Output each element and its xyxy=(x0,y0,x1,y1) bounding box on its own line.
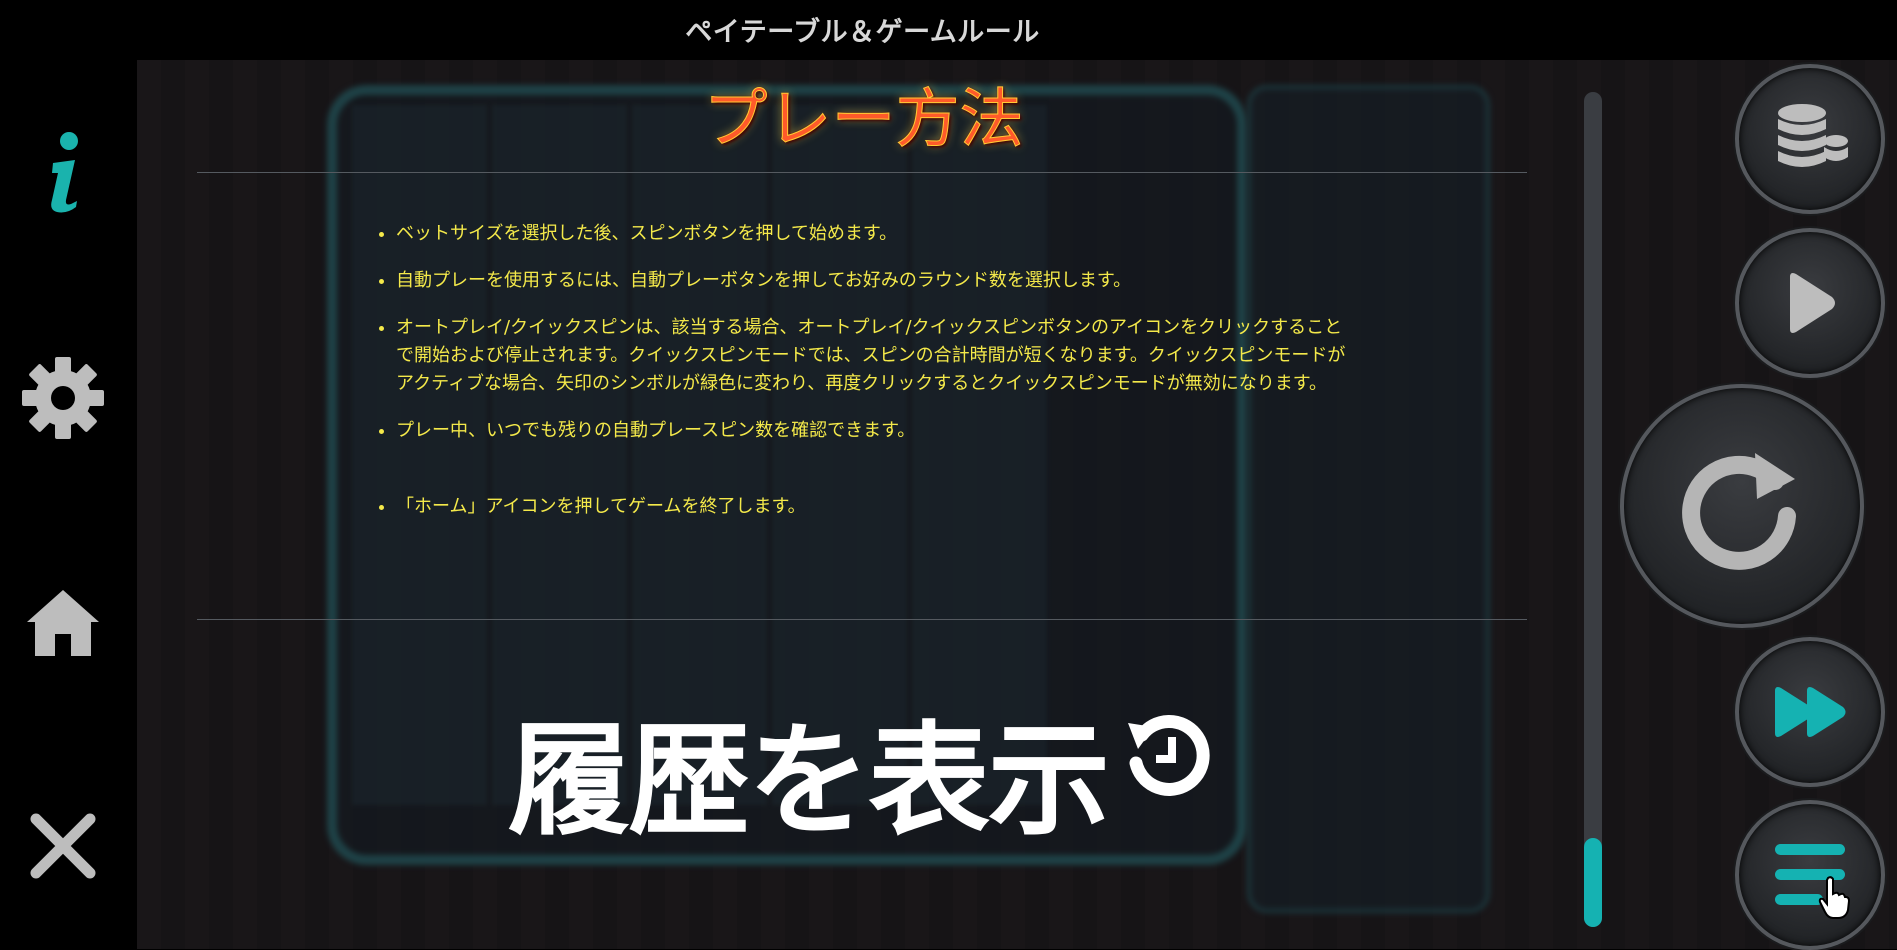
rule-item: ベットサイズを選択した後、スピンボタンを押して始めます。 xyxy=(396,220,1356,248)
sidebar xyxy=(0,0,137,949)
spin-arrow-icon xyxy=(1682,453,1796,570)
home-button[interactable] xyxy=(10,570,115,675)
coins-icon xyxy=(1778,104,1848,167)
home-icon xyxy=(26,589,99,656)
gear-icon xyxy=(21,356,104,439)
autoplay-button[interactable] xyxy=(1735,228,1885,378)
rule-item: 自動プレーを使用するには、自動プレーボタンを押してお好みのラウンド数を選択します… xyxy=(396,267,1356,295)
bottom-divider xyxy=(197,619,1527,620)
quickspin-button[interactable] xyxy=(1735,637,1885,787)
scrollbar-thumb[interactable] xyxy=(1584,838,1602,927)
settings-button[interactable] xyxy=(10,345,115,450)
spin-button[interactable] xyxy=(1620,384,1864,628)
page-title: ペイテーブル＆ゲームルール xyxy=(685,17,1040,48)
scrollbar-track[interactable] xyxy=(1584,92,1602,927)
fast-forward-icon xyxy=(1775,687,1846,737)
rule-item: オートプレイ/クイックスピンは、該当する場合、オートプレイ/クイックスピンボタン… xyxy=(396,314,1356,398)
play-icon xyxy=(1790,273,1835,333)
close-button[interactable] xyxy=(10,793,115,898)
close-icon xyxy=(30,813,95,878)
history-button-label[interactable]: 履歴を表示 xyxy=(508,682,1110,859)
history-icon[interactable] xyxy=(1120,705,1220,805)
rules-list: ベットサイズを選択した後、スピンボタンを押して始めます。 自動プレーを使用するに… xyxy=(372,220,1356,540)
rule-item: プレー中、いつでも残りの自動プレースピン数を確認できます。 xyxy=(396,417,1356,445)
bet-button[interactable] xyxy=(1735,64,1885,214)
info-button[interactable] xyxy=(10,120,115,225)
info-icon xyxy=(50,131,78,212)
menu-button[interactable] xyxy=(1735,800,1885,950)
title-divider xyxy=(197,172,1527,173)
content-title: プレー方法 xyxy=(703,83,1024,158)
top-bar: ペイテーブル＆ゲームルール xyxy=(0,0,1897,60)
rule-item: 「ホーム」アイコンを押してゲームを終了します。 xyxy=(396,493,1356,521)
hand-cursor-icon xyxy=(1818,876,1850,919)
